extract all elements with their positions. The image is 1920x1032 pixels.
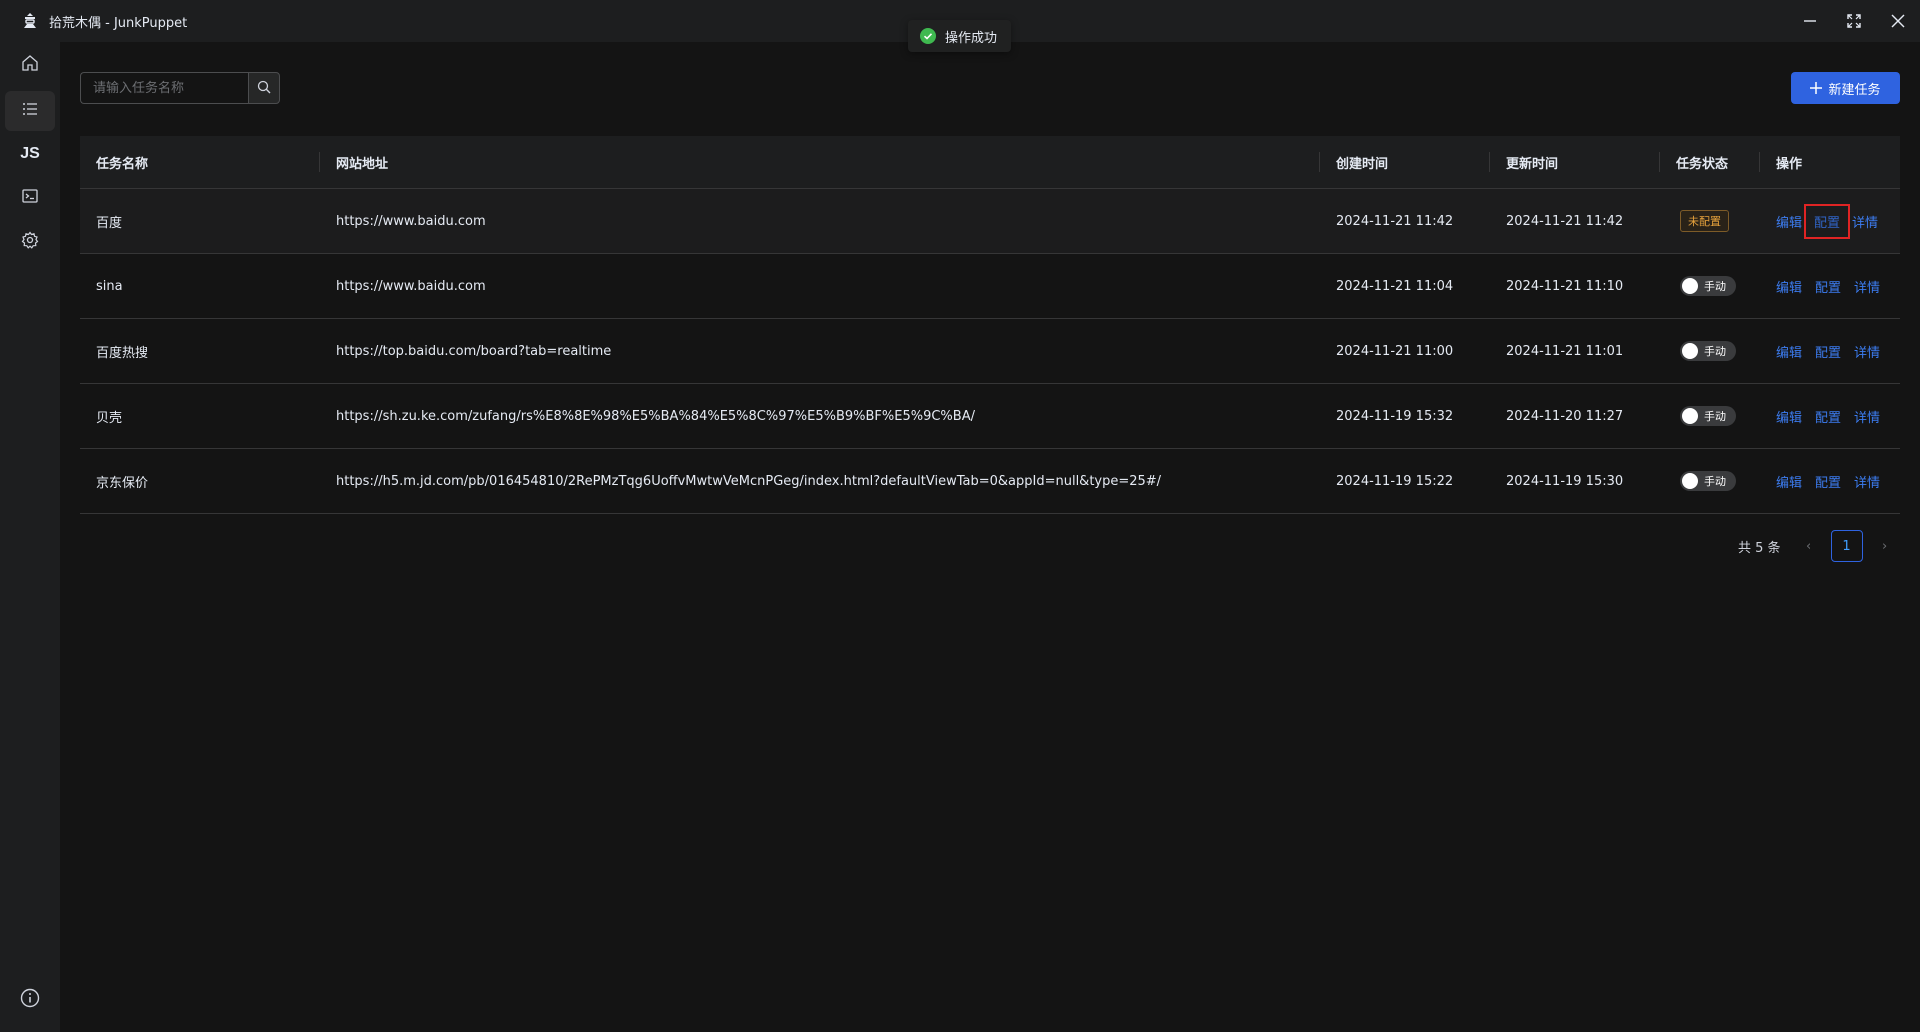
window-controls [1788,0,1920,42]
task-updated: 2024-11-19 15:30 [1506,473,1624,489]
mode-switch[interactable]: 手动 [1680,406,1736,426]
sidebar-item-home[interactable] [5,45,55,85]
detail-link[interactable]: 详情 [1854,472,1880,491]
task-created: 2024-11-19 15:32 [1336,408,1454,424]
task-url: https://www.baidu.com [336,278,486,294]
task-name: sina [96,278,123,294]
task-created: 2024-11-21 11:00 [1336,343,1454,359]
close-button[interactable] [1876,0,1920,42]
task-updated: 2024-11-20 11:27 [1506,408,1624,424]
table-row: 贝壳 https://sh.zu.ke.com/zufang/rs%E8%8E%… [80,384,1900,449]
table-row: 百度热搜 https://top.baidu.com/board?tab=rea… [80,319,1900,384]
task-name: 贝壳 [96,410,123,426]
task-url: https://sh.zu.ke.com/zufang/rs%E8%8E%98%… [336,408,975,424]
mode-switch[interactable]: 手动 [1680,276,1736,296]
detail-link[interactable]: 详情 [1852,212,1878,231]
table-row: 百度 https://www.baidu.com 2024-11-21 11:4… [80,189,1900,254]
task-name: 京东保价 [96,475,149,491]
search-icon [257,79,271,98]
column-header-updated: 更新时间 [1506,157,1559,172]
search-input[interactable] [80,72,248,104]
sidebar: JS [0,42,60,1032]
edit-link[interactable]: 编辑 [1776,277,1802,296]
task-url: https://top.baidu.com/board?tab=realtime [336,343,612,359]
column-header-created: 创建时间 [1336,157,1389,172]
edit-link[interactable]: 编辑 [1776,212,1802,231]
task-updated: 2024-11-21 11:10 [1506,278,1624,294]
task-search [80,72,280,104]
home-icon [21,54,39,76]
page-1-button[interactable]: 1 [1830,530,1863,562]
mode-switch[interactable]: 手动 [1680,471,1736,491]
js-label: JS [20,145,40,162]
switch-label: 手动 [1704,475,1726,488]
table-header: 任务名称 网站地址 创建时间 更新时间 任务状态 操作 [80,136,1900,189]
edit-link[interactable]: 编辑 [1776,407,1802,426]
sidebar-item-settings[interactable] [5,222,55,262]
new-task-label: 新建任务 [1828,82,1881,98]
total-count: 共 5 条 [1738,540,1781,556]
task-updated: 2024-11-21 11:42 [1506,213,1624,229]
maximize-button[interactable] [1832,0,1876,42]
table-row: 京东保价 https://h5.m.jd.com/pb/016454810/2R… [80,449,1900,514]
detail-link[interactable]: 详情 [1854,407,1880,426]
new-task-button[interactable]: 新建任务 [1791,72,1900,104]
window-title: 拾荒木偶 - JunkPuppet [49,15,188,31]
about-button[interactable] [20,988,40,1012]
status-badge: 未配置 [1680,210,1729,232]
task-created: 2024-11-21 11:04 [1336,278,1454,294]
switch-knob [1682,408,1698,424]
edit-link[interactable]: 编辑 [1776,472,1802,491]
app-logo-icon [20,11,40,31]
list-icon [21,100,39,122]
column-header-status: 任务状态 [1676,157,1729,172]
task-updated: 2024-11-21 11:01 [1506,343,1624,359]
column-header-actions: 操作 [1776,157,1803,172]
column-header-name: 任务名称 [96,157,149,172]
sidebar-item-js[interactable]: JS [5,134,55,174]
switch-knob [1682,473,1698,489]
config-link[interactable]: 配置 [1815,407,1841,426]
terminal-icon [21,187,39,209]
table-row: sina https://www.baidu.com 2024-11-21 11… [80,254,1900,319]
config-link[interactable]: 配置 [1815,342,1841,361]
check-circle-icon [920,28,936,44]
edit-link[interactable]: 编辑 [1776,342,1802,361]
detail-link[interactable]: 详情 [1854,277,1880,296]
sidebar-item-terminal[interactable] [5,178,55,218]
task-url: https://h5.m.jd.com/pb/016454810/2RePMzT… [336,473,1162,489]
switch-knob [1682,278,1698,294]
detail-link[interactable]: 详情 [1854,342,1880,361]
task-created: 2024-11-19 15:22 [1336,473,1454,489]
toast-message: 操作成功 [945,30,998,46]
gear-icon [21,231,39,253]
task-name: 百度热搜 [96,345,149,361]
plus-icon [1810,82,1823,94]
prev-page-button[interactable]: ‹ [1797,539,1821,554]
switch-label: 手动 [1704,345,1726,358]
config-link[interactable]: 配置 [1815,277,1841,296]
info-icon [20,988,40,1012]
switch-label: 手动 [1704,410,1726,423]
column-header-url: 网站地址 [336,157,389,172]
config-link[interactable]: 配置 [1815,472,1841,491]
switch-label: 手动 [1704,280,1726,293]
task-created: 2024-11-21 11:42 [1336,213,1454,229]
search-button[interactable] [248,72,280,104]
task-name: 百度 [96,215,123,231]
success-toast: 操作成功 [908,20,1012,52]
next-page-button[interactable]: › [1873,539,1897,554]
config-link[interactable]: 配置 [1804,203,1851,239]
task-url: https://www.baidu.com [336,213,486,229]
mode-switch[interactable]: 手动 [1680,341,1736,361]
switch-knob [1682,343,1698,359]
minimize-button[interactable] [1788,0,1832,42]
pagination: 共 5 条 ‹ 1 › [1738,530,1897,562]
sidebar-item-tasks[interactable] [5,91,55,131]
task-table: 任务名称 网站地址 创建时间 更新时间 任务状态 操作 百度 https://w… [80,136,1900,514]
